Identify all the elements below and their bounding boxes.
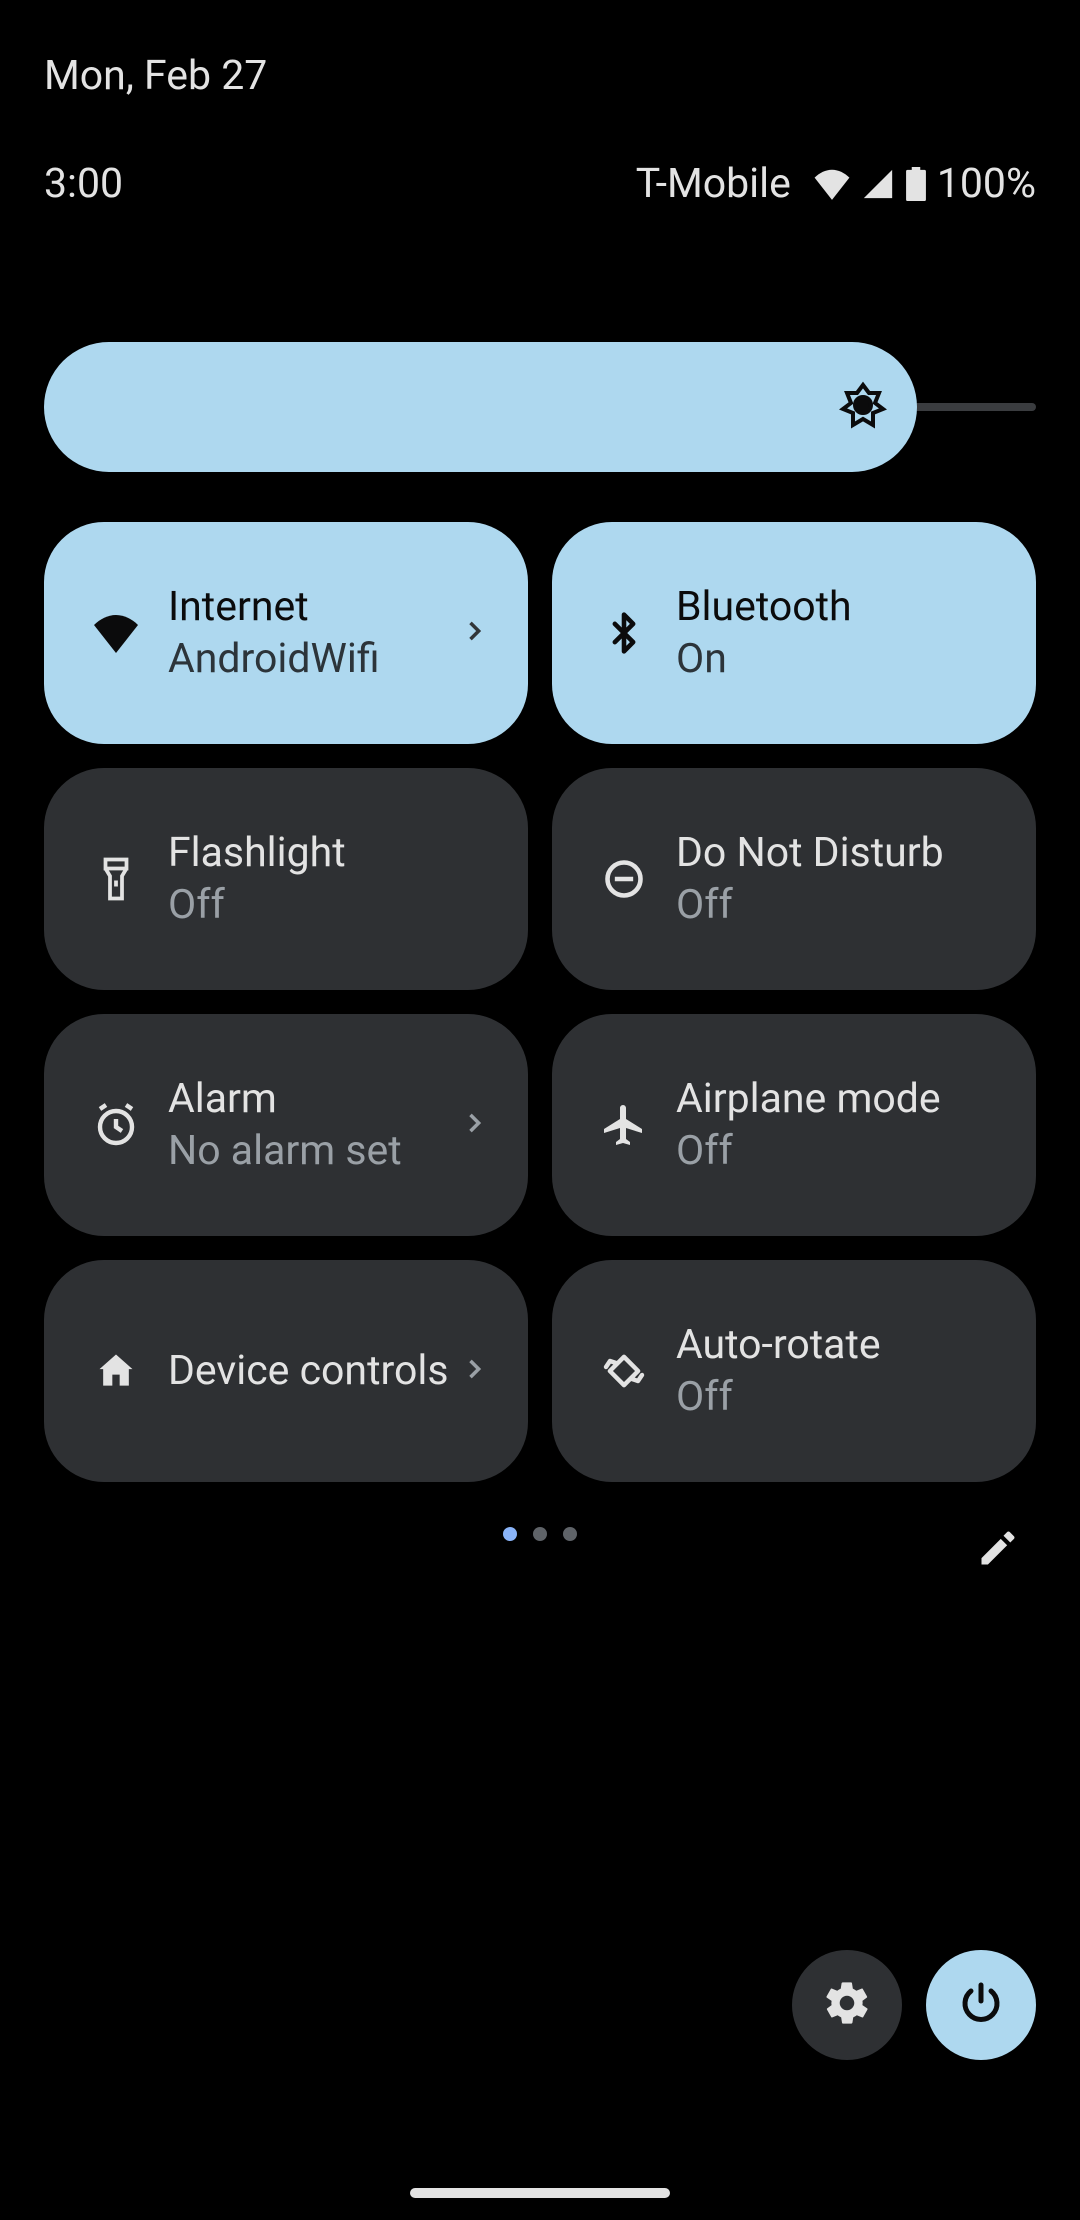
page-indicator[interactable] [503, 1527, 577, 1541]
tile-device-controls[interactable]: Device controls [44, 1260, 528, 1482]
tile-flashlight[interactable]: Flashlight Off [44, 768, 528, 990]
date-header: Mon, Feb 27 [0, 0, 1080, 100]
tile-subtitle: Off [168, 881, 486, 929]
bottom-actions [792, 1950, 1036, 2060]
carrier-label: T-Mobile [636, 160, 791, 208]
tile-dnd[interactable]: Do Not Disturb Off [552, 768, 1036, 990]
tile-autorotate[interactable]: Auto-rotate Off [552, 1260, 1036, 1482]
power-icon [957, 1979, 1005, 2031]
page-dot-1[interactable] [503, 1527, 517, 1541]
battery-percent: 100% [937, 160, 1036, 208]
auto-rotate-icon [592, 1339, 656, 1403]
brightness-slider-wrap [0, 208, 1080, 472]
chevron-right-icon[interactable] [460, 1355, 488, 1387]
cellular-signal-icon [861, 167, 895, 201]
tile-subtitle: AndroidWifi [168, 635, 486, 683]
airplane-icon [592, 1093, 656, 1157]
chevron-right-icon[interactable] [460, 617, 488, 649]
page-dot-3[interactable] [563, 1527, 577, 1541]
tile-subtitle: Off [676, 1127, 994, 1175]
alarm-clock-icon [84, 1093, 148, 1157]
tile-title: Device controls [168, 1347, 486, 1395]
chevron-right-icon[interactable] [460, 1109, 488, 1141]
pager-row [0, 1482, 1080, 1541]
tile-title: Bluetooth [676, 583, 994, 631]
tile-internet[interactable]: Internet AndroidWifi [44, 522, 528, 744]
tile-bluetooth[interactable]: Bluetooth On [552, 522, 1036, 744]
quick-settings-grid: Internet AndroidWifi Bluetooth On Flashl… [0, 472, 1080, 1482]
edit-tiles-button[interactable] [970, 1520, 1026, 1576]
tile-subtitle: Off [676, 1373, 994, 1421]
tile-title: Internet [168, 583, 486, 631]
home-icon [84, 1339, 148, 1403]
tile-title: Flashlight [168, 829, 486, 877]
status-bar: 3:00 T-Mobile 100% [0, 100, 1080, 208]
tile-title: Alarm [168, 1075, 486, 1123]
tile-subtitle: Off [676, 881, 994, 929]
wifi-icon [84, 601, 148, 665]
do-not-disturb-icon [592, 847, 656, 911]
tile-title: Do Not Disturb [676, 829, 994, 877]
brightness-icon [839, 381, 887, 433]
battery-icon [905, 167, 927, 201]
tile-airplane[interactable]: Airplane mode Off [552, 1014, 1036, 1236]
gear-icon [822, 1978, 872, 2032]
tile-subtitle: No alarm set [168, 1127, 486, 1175]
flashlight-icon [84, 847, 148, 911]
bluetooth-icon [592, 601, 656, 665]
power-button[interactable] [926, 1950, 1036, 2060]
tile-subtitle: On [676, 635, 994, 683]
page-dot-2[interactable] [533, 1527, 547, 1541]
settings-button[interactable] [792, 1950, 902, 2060]
wifi-icon [813, 167, 851, 201]
brightness-slider[interactable] [44, 342, 1036, 472]
clock: 3:00 [44, 160, 123, 208]
tile-alarm[interactable]: Alarm No alarm set [44, 1014, 528, 1236]
tile-title: Auto-rotate [676, 1321, 994, 1369]
tile-title: Airplane mode [676, 1075, 994, 1123]
navigation-handle[interactable] [410, 2188, 670, 2198]
